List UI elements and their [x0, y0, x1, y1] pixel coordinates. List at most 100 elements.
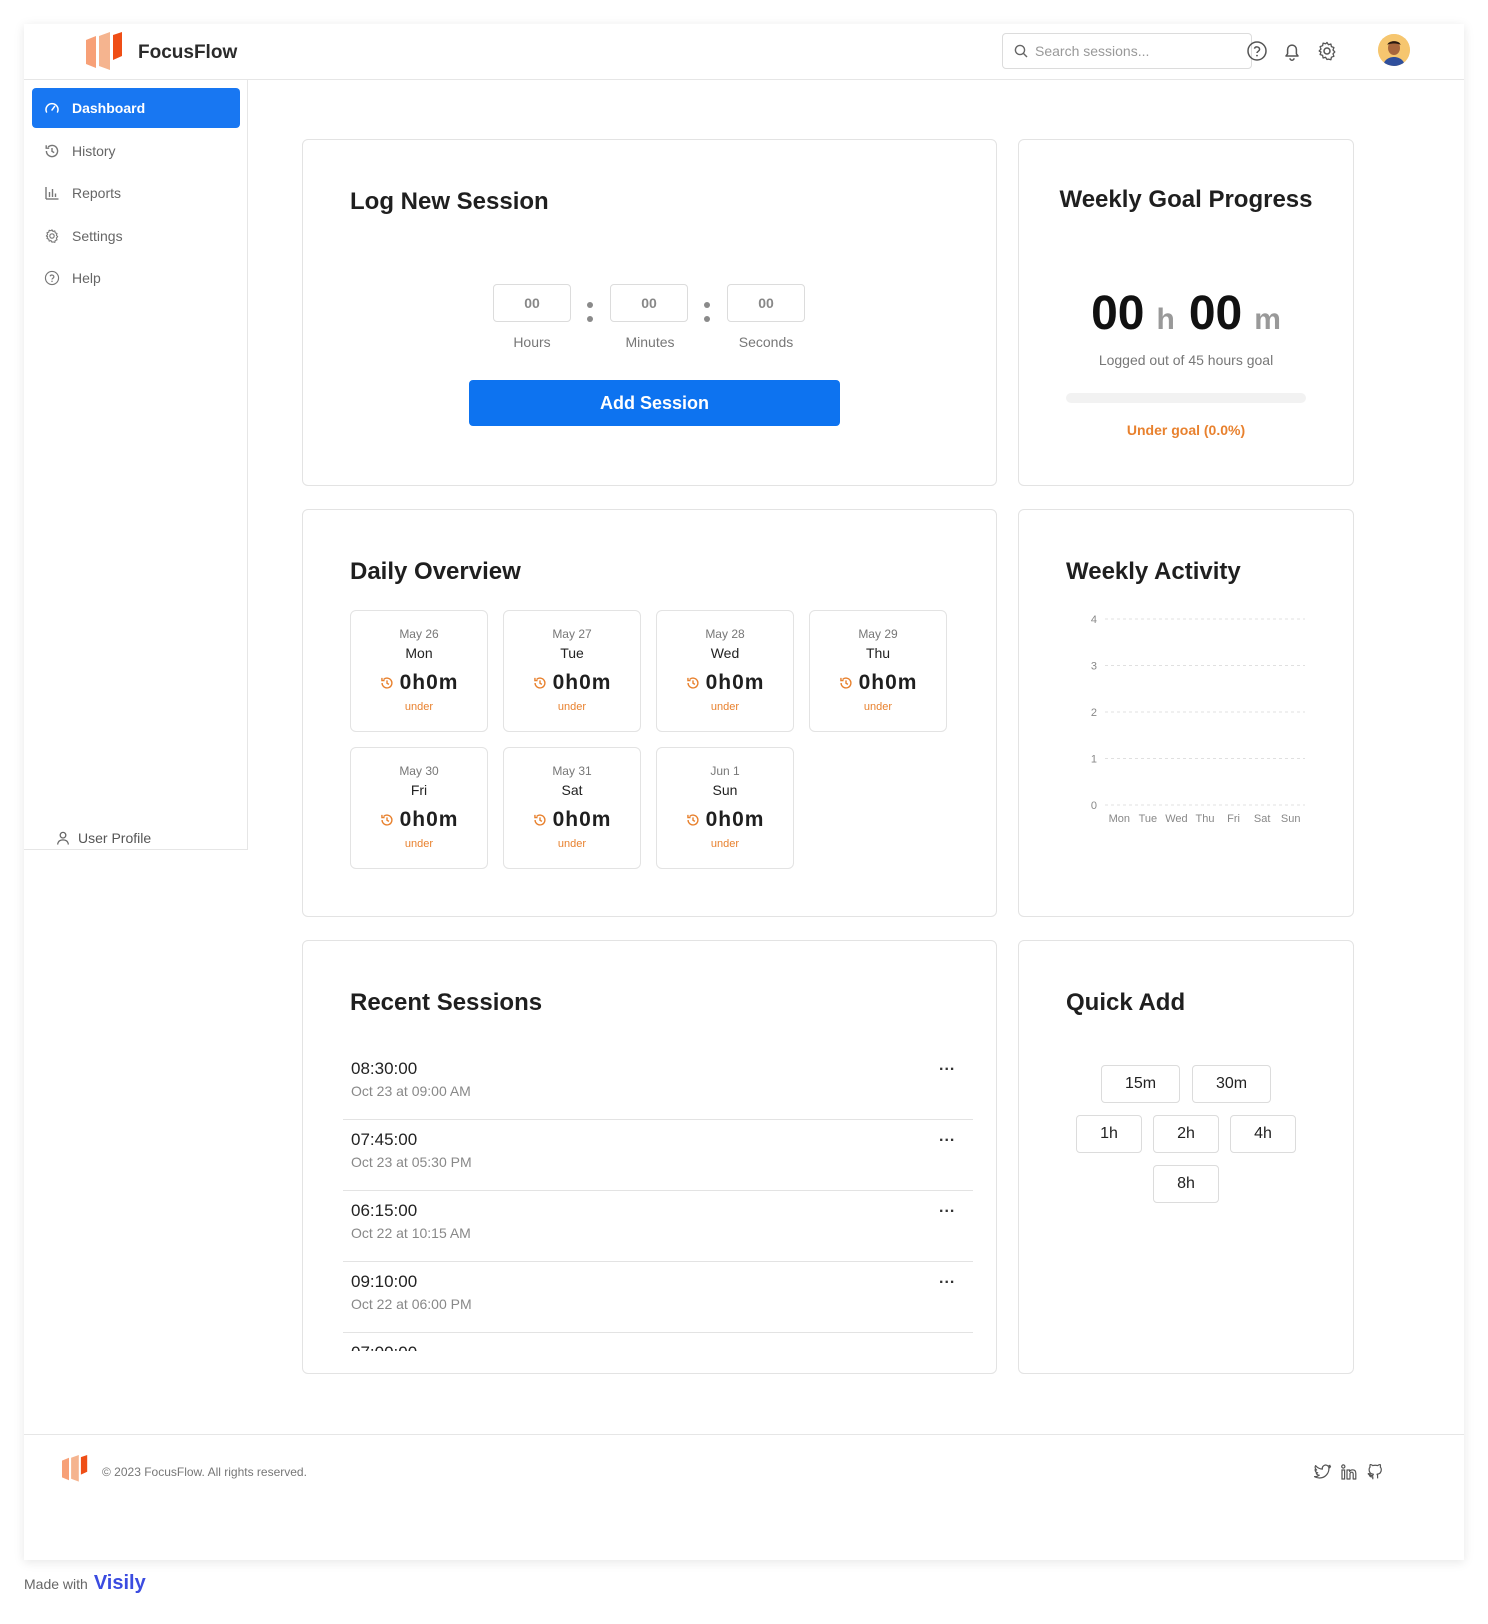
x-tick-label: Tue: [1139, 813, 1158, 825]
linkedin-icon[interactable]: [1340, 1463, 1358, 1481]
day-card[interactable]: May 27 Tue 0h0m under: [503, 610, 641, 732]
x-tick-label: Sun: [1281, 813, 1301, 825]
day-card[interactable]: May 31 Sat 0h0m under: [503, 747, 641, 869]
x-tick-label: Fri: [1227, 813, 1240, 825]
day-duration: 0h0m: [504, 808, 640, 832]
session-row[interactable]: 09:10:00 Oct 22 at 06:00 PM...: [343, 1262, 973, 1333]
y-tick-label: 3: [1091, 661, 1097, 673]
copyright-text: © 2023 FocusFlow. All rights reserved.: [102, 1465, 307, 1479]
session-duration: 06:15:00: [351, 1201, 418, 1220]
top-bar: FocusFlow: [24, 24, 1464, 80]
help-icon: [44, 270, 60, 286]
sidebar-item-label: Dashboard: [72, 100, 146, 116]
sidebar-item-label: History: [72, 143, 116, 159]
day-card[interactable]: Jun 1 Sun 0h0m under: [656, 747, 794, 869]
sidebar-item-label: Reports: [72, 185, 122, 201]
sidebar-item-reports[interactable]: Reports: [32, 173, 240, 213]
twitter-icon[interactable]: [1314, 1463, 1332, 1481]
card-title: Daily Overview: [350, 558, 521, 585]
weekly-goal-card: Weekly Goal Progress 00 h 00 m Logged out o…: [1018, 139, 1354, 486]
minutes-label: Minutes: [625, 334, 675, 350]
session-row[interactable]: 08:30:00 Oct 23 at 09:00 AM...: [343, 1049, 973, 1120]
quick-add-1h-button[interactable]: 1h: [1076, 1115, 1142, 1153]
timer-icon: [533, 677, 546, 689]
day-weekday: Tue: [560, 645, 584, 661]
day-card[interactable]: May 28 Wed 0h0m under: [656, 610, 794, 732]
user-profile-link[interactable]: User Profile: [56, 830, 151, 846]
seconds-label: Seconds: [738, 334, 794, 350]
day-date: May 31: [552, 764, 592, 778]
day-status: under: [863, 701, 893, 713]
x-tick-label: Wed: [1165, 813, 1187, 825]
day-date: May 29: [858, 627, 898, 641]
day-duration: 0h0m: [657, 808, 793, 832]
user-avatar[interactable]: [1378, 34, 1410, 66]
quick-add-2h-button[interactable]: 2h: [1153, 1115, 1219, 1153]
card-title: Recent Sessions: [350, 989, 543, 1016]
made-with-badge[interactable]: Made with Visily: [24, 1572, 146, 1595]
day-duration-value: 0h0m: [399, 808, 459, 831]
sidebar-item-history[interactable]: History: [32, 131, 240, 171]
more-options-icon[interactable]: ...: [939, 1341, 955, 1351]
hours-input[interactable]: 00: [493, 284, 571, 322]
day-date: Jun 1: [710, 764, 740, 778]
day-status: under: [404, 838, 434, 850]
github-icon[interactable]: [1366, 1463, 1384, 1481]
goal-progress-bar: [1066, 393, 1306, 403]
quick-add-8h-button[interactable]: 8h: [1153, 1165, 1219, 1203]
made-with-text: Made with: [24, 1575, 88, 1592]
sidebar-item-settings[interactable]: Settings: [32, 216, 240, 256]
sidebar-item-dashboard[interactable]: Dashboard: [32, 88, 240, 128]
day-weekday: Mon: [405, 645, 433, 661]
user-icon: [56, 831, 70, 845]
session-row[interactable]: 06:15:00 Oct 22 at 10:15 AM...: [343, 1191, 973, 1262]
timer-icon: [839, 677, 852, 689]
day-status: under: [710, 701, 740, 713]
day-weekday: Fri: [410, 782, 428, 798]
day-card[interactable]: May 26 Mon 0h0m under: [350, 610, 488, 732]
more-options-icon[interactable]: ...: [939, 1199, 955, 1217]
session-row[interactable]: 07:45:00 Oct 23 at 05:30 PM...: [343, 1120, 973, 1191]
more-options-icon[interactable]: ...: [939, 1270, 955, 1288]
time-separator: [587, 302, 593, 324]
visily-logo: Visily: [93, 1572, 146, 1594]
more-options-icon[interactable]: ...: [939, 1128, 955, 1146]
day-weekday: Thu: [865, 645, 891, 661]
quick-add-30m-button[interactable]: 30m: [1192, 1065, 1271, 1103]
sessions-list[interactable]: 08:30:00 Oct 23 at 09:00 AM... 07:45:00 Oct…: [343, 1049, 973, 1351]
day-date: May 27: [552, 627, 592, 641]
x-tick-label: Mon: [1109, 813, 1130, 825]
time-separator: [704, 302, 710, 324]
search-box[interactable]: [1002, 33, 1252, 69]
session-row[interactable]: 07:00:00...: [343, 1333, 973, 1351]
y-tick-label: 2: [1091, 707, 1097, 719]
search-input[interactable]: [1035, 34, 1245, 68]
add-session-button[interactable]: Add Session: [469, 380, 840, 426]
day-duration-value: 0h0m: [399, 671, 459, 694]
day-duration-value: 0h0m: [552, 808, 612, 831]
footer: © 2023 FocusFlow. All rights reserved.: [24, 1434, 1464, 1506]
session-duration: 08:30:00: [351, 1059, 418, 1078]
goal-hours-unit: h: [1156, 303, 1175, 336]
day-status: under: [557, 701, 587, 713]
timer-icon: [380, 677, 393, 689]
seconds-input[interactable]: 00: [727, 284, 805, 322]
quick-add-15m-button[interactable]: 15m: [1101, 1065, 1180, 1103]
minutes-input[interactable]: 00: [610, 284, 688, 322]
card-title: Weekly Goal Progress: [1059, 186, 1313, 213]
day-card[interactable]: May 30 Fri 0h0m under: [350, 747, 488, 869]
history-icon: [45, 144, 59, 158]
recent-sessions-card: Recent Sessions 08:30:00 Oct 23 at 09:00 …: [302, 940, 997, 1374]
day-card[interactable]: May 29 Thu 0h0m under: [809, 610, 947, 732]
timer-icon: [533, 814, 546, 826]
bell-icon[interactable]: [1281, 40, 1303, 62]
gear-icon[interactable]: [1316, 40, 1338, 62]
sidebar-item-help[interactable]: Help: [32, 258, 240, 298]
sidebar-item-label: Help: [72, 270, 101, 286]
focusflow-logo-icon: [86, 32, 122, 70]
help-circle-icon[interactable]: [1246, 40, 1268, 62]
gear-icon: [45, 229, 59, 243]
quick-add-4h-button[interactable]: 4h: [1230, 1115, 1296, 1153]
timer-icon: [686, 814, 699, 826]
more-options-icon[interactable]: ...: [939, 1057, 955, 1075]
